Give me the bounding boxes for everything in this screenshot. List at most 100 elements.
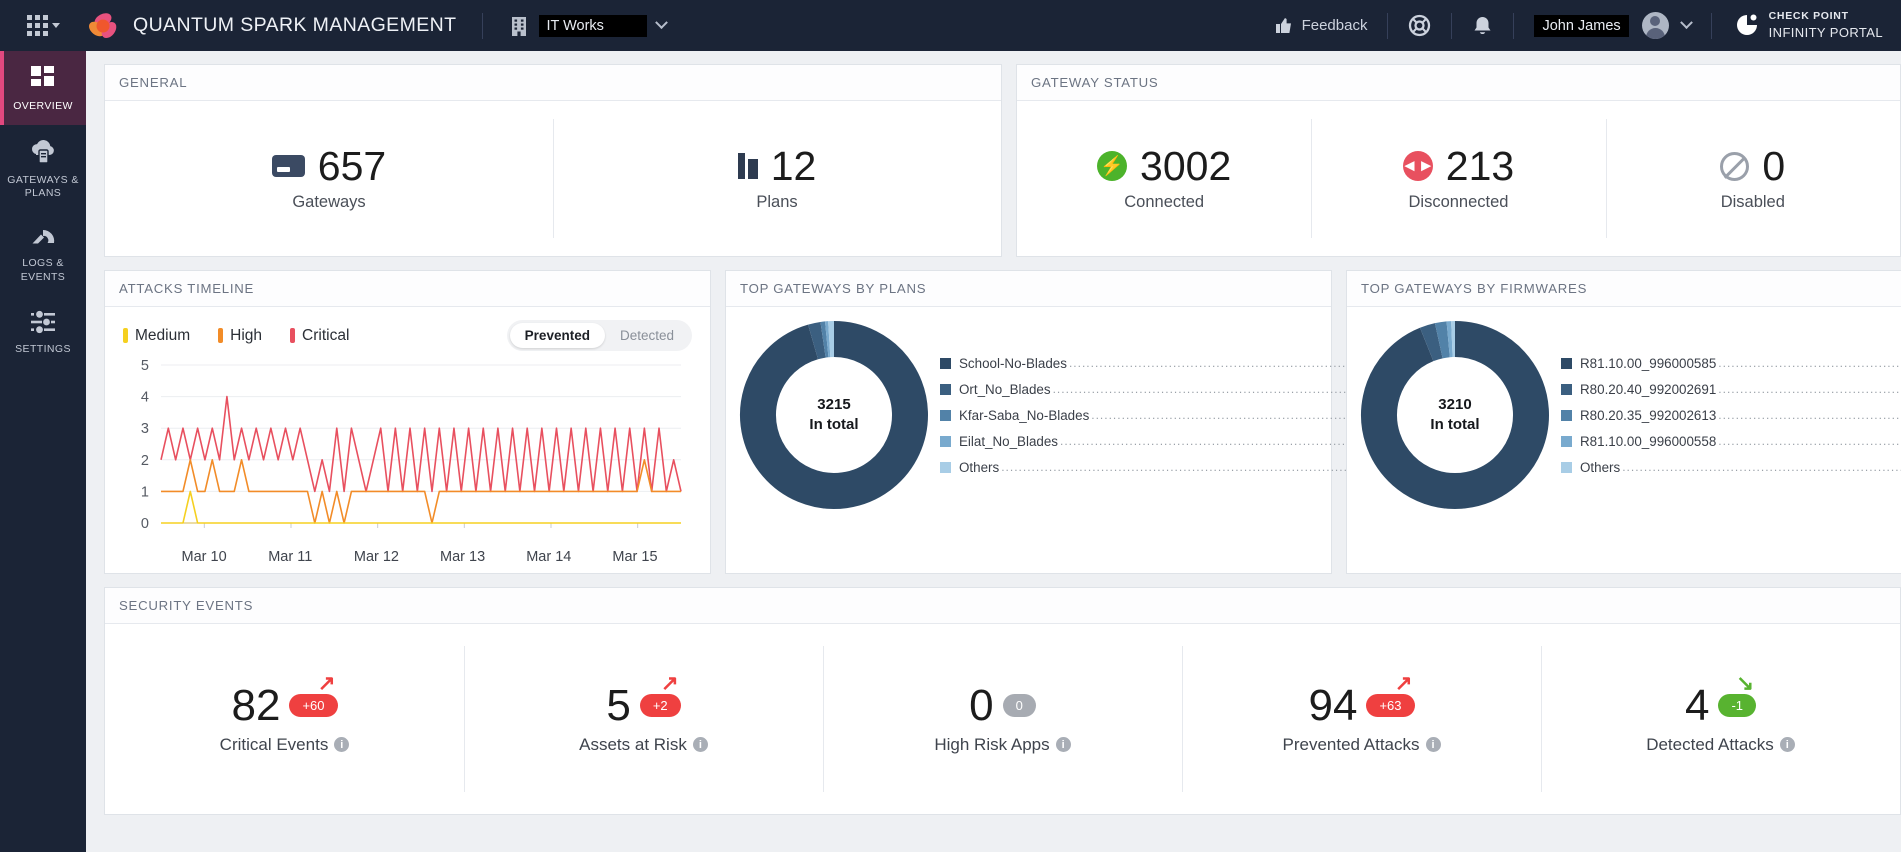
gateway-status-panel: GATEWAY STATUS ⚡ 3002 Connected ◄► 213 D… [1016,64,1901,257]
sidebar-item-logs-events[interactable]: LOGS & EVENTS [0,212,86,295]
top-bar: QUANTUM SPARK MANAGEMENT IT Works Feedba… [0,0,1901,51]
x-tick: Mar 15 [612,549,658,565]
divider [482,12,484,39]
chevron-down-icon [655,16,669,30]
legend-swatch [1561,357,1572,369]
legend-item-medium: Medium [123,327,190,345]
legend-swatch [940,383,951,395]
legend-name: Others [1580,459,1621,475]
x-tick: Mar 14 [526,549,572,565]
svg-text:5: 5 [141,359,149,374]
info-icon[interactable]: i [334,737,350,752]
general-metrics: 657 Gateways 12 Plans [105,101,1001,256]
metric-disabled[interactable]: 0 Disabled [1605,101,1900,256]
legend-dots: ........................................… [1718,356,1901,370]
card-delta-badge: +60 ↗ [289,673,338,717]
legend-row[interactable]: R81.10.00_996000585.....................… [1561,350,1901,376]
metric-label: Plans [756,192,798,211]
metric-gateways[interactable]: 657 Gateways [105,101,553,256]
donut-chart-firmwares[interactable]: 3210 In total [1357,317,1553,513]
legend-swatch [1561,435,1572,447]
sidebar-item-gateways-plans[interactable]: GATEWAYS & PLANS [0,125,86,212]
toggle-option-prevented[interactable]: Prevented [509,323,605,348]
legend-row[interactable]: R80.20.35_992002613.....................… [1561,402,1901,428]
legend-item-critical: Critical [290,327,349,345]
panel-title: SECURITY EVENTS [119,598,254,613]
security-event-card[interactable]: 5 +2 ↗ Assets at Risk i [464,624,823,814]
card-label-row: Detected Attacks i [1646,735,1795,755]
sidebar-item-overview[interactable]: OVERVIEW [0,51,86,126]
user-menu[interactable]: John James [1514,12,1710,39]
trend-up-icon: ↗ [1394,672,1413,695]
card-label-row: High Risk Apps i [934,735,1071,755]
notifications-button[interactable] [1452,15,1513,37]
info-icon[interactable]: i [692,737,708,752]
legend-row[interactable]: Others..................................… [1561,454,1901,480]
security-event-card[interactable]: 94 +63 ↗ Prevented Attacks i [1182,624,1541,814]
panel-header: SECURITY EVENTS [105,588,1900,624]
security-event-card[interactable]: 4 -1 ↘ Detected Attacks i [1541,624,1900,814]
gateway-icon [271,155,305,177]
metric-plans[interactable]: 12 Plans [553,101,1001,256]
info-icon[interactable]: i [1779,737,1795,752]
row-charts: ATTACKS TIMELINE Medium High Critical Pr… [104,270,1901,574]
legend-row[interactable]: R81.10.00_996000558.....................… [1561,428,1901,454]
sidebar-item-settings[interactable]: SETTINGS [0,296,86,368]
security-event-card[interactable]: 0 0 High Risk Apps i [823,624,1182,814]
sidebar-label: GATEWAYS & PLANS [7,174,79,200]
donut-chart-plans[interactable]: 3215 In total [736,317,932,513]
card-value: 94 [1308,680,1358,730]
legend-swatch [1561,461,1572,473]
card-label-row: Critical Events i [220,735,350,755]
logs-events-icon [32,230,55,244]
legend-dots: ........................................… [1622,460,1901,474]
app-grid-button[interactable] [0,15,86,36]
top-gateways-by-firmwares-panel: TOP GATEWAYS BY FIRMWARES 3210 In total … [1346,270,1901,574]
security-event-card[interactable]: 82 +60 ↗ Critical Events i [105,624,464,814]
feedback-label: Feedback [1301,17,1368,34]
legend-swatch [1561,409,1572,421]
card-value: 5 [606,680,631,730]
attacks-timeline-chart: 5 4 3 2 1 0 Mar 10 Mar 11 Mar 12 Mar 13 Mar 1… [105,355,710,573]
sidebar: OVERVIEW GATEWAYS & PLANS LOGS & EVENTS [0,51,86,852]
panel-header: TOP GATEWAYS BY PLANS [726,271,1331,307]
metric-connected[interactable]: ⚡ 3002 Connected [1017,101,1311,256]
svg-text:0: 0 [141,516,149,532]
disconnected-icon: ◄► [1401,151,1435,181]
info-icon[interactable]: i [1055,737,1071,752]
help-button[interactable] [1388,14,1451,37]
metric-disconnected[interactable]: ◄► 213 Disconnected [1311,101,1605,256]
gateway-status-metrics: ⚡ 3002 Connected ◄► 213 Disconnected 0 D… [1017,101,1900,256]
feedback-button[interactable]: Feedback [1255,17,1388,35]
donut-slice [1434,321,1451,359]
toggle-option-detected[interactable]: Detected [605,323,689,348]
check-point-infinity-portal-logo[interactable]: CHECK POINT INFINITY PORTAL [1712,10,1901,41]
x-axis-labels: Mar 10 Mar 11 Mar 12 Mar 13 Mar 14 Mar 1… [115,549,692,565]
x-tick: Mar 12 [353,549,399,565]
metric-value: 12 [770,142,817,189]
chevron-down-icon [51,23,60,28]
legend-row[interactable]: R80.20.40_992002691.....................… [1561,376,1901,402]
legend-swatch [940,461,951,473]
x-tick: Mar 10 [181,549,227,565]
panel-header: GATEWAY STATUS [1017,65,1900,101]
donut-legend-firmwares: R81.10.00_996000585.....................… [1553,350,1901,480]
organization-selector[interactable]: IT Works [509,14,669,37]
trend-up-icon: ↗ [317,672,336,695]
panel-header: GENERAL [105,65,1001,101]
metric-label: Disconnected [1408,192,1509,211]
cp-line-1: CHECK POINT [1768,9,1849,22]
avatar [1641,12,1669,39]
metric-label: Connected [1124,192,1205,211]
chevron-down-icon [1679,16,1693,30]
top-gateways-by-plans-panel: TOP GATEWAYS BY PLANS 3215 In total Scho… [725,270,1506,574]
chart-legend: Medium High Critical Prevented Detected [105,307,710,355]
sidebar-label: LOGS & EVENTS [20,257,66,283]
prevented-detected-toggle[interactable]: Prevented Detected [506,320,692,351]
legend-label: Critical [302,326,350,344]
card-label: Critical Events [219,734,329,754]
legend-swatch [1561,383,1572,395]
panel-title: GATEWAY STATUS [1031,75,1159,90]
donut-center-text: 3210 In total [1430,395,1479,436]
info-icon[interactable]: i [1425,737,1441,752]
